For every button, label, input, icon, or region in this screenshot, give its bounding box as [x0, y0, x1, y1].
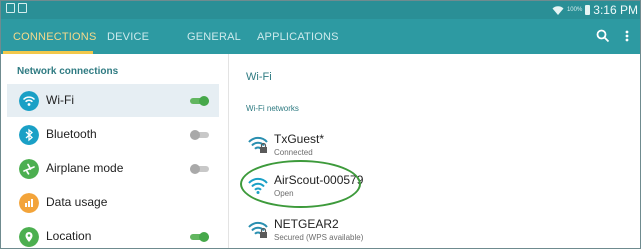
notification-icon [18, 3, 27, 13]
menu-item-location[interactable]: Location [7, 220, 219, 248]
menu-item-label: Data usage [46, 195, 108, 209]
menu-item-data-usage[interactable]: Data usage [7, 186, 219, 219]
wifi-icon [19, 91, 39, 111]
tab-applications[interactable]: APPLICATIONS [257, 31, 339, 43]
search-icon[interactable] [596, 29, 610, 43]
network-name: NETGEAR2 [274, 217, 339, 231]
bluetooth-icon [19, 125, 39, 145]
battery-percent: 100% [566, 7, 583, 13]
airplane-mode-toggle[interactable] [190, 164, 209, 174]
wifi-locked-icon [248, 221, 268, 238]
bluetooth-toggle[interactable] [190, 130, 209, 140]
menu-item-label: Wi-Fi [46, 93, 74, 107]
clock: 3:16 PM [593, 3, 638, 17]
wifi-panel-title: Wi-Fi [246, 71, 272, 83]
network-item-netgear2[interactable]: NETGEAR2 Secured (WPS available) [248, 215, 488, 248]
menu-item-label: Location [46, 229, 92, 243]
status-indicators: 100% 3:16 PM [552, 3, 638, 17]
network-item-txguest[interactable]: TxGuest* Connected [248, 130, 488, 164]
menu-item-wifi[interactable]: Wi-Fi [7, 84, 219, 117]
settings-screen: 100% 3:16 PM CONNECTIONS DEVICE GENERAL … [0, 0, 641, 249]
data-usage-icon [19, 193, 39, 213]
highlight-annotation [240, 160, 361, 208]
wifi-networks-header: Wi-Fi networks [246, 104, 299, 113]
network-name: TxGuest* [274, 132, 325, 146]
menu-item-label: Airplane mode [46, 161, 124, 175]
network-status: Secured (WPS available) [274, 233, 364, 242]
wifi-toggle[interactable] [190, 96, 209, 106]
tab-connections[interactable]: CONNECTIONS [13, 31, 96, 43]
menu-item-label: Bluetooth [46, 127, 97, 141]
wifi-locked-icon [248, 136, 268, 153]
airplane-icon [19, 159, 39, 179]
panel-header: Network connections [17, 66, 119, 77]
tab-bar: CONNECTIONS DEVICE GENERAL APPLICATIONS [1, 19, 640, 54]
wifi-panel: Wi-Fi Wi-Fi networks TxGuest* Connected … [230, 54, 640, 248]
location-icon [19, 227, 39, 247]
menu-item-bluetooth[interactable]: Bluetooth [7, 118, 219, 151]
more-options-icon[interactable] [620, 29, 634, 43]
notification-icons [6, 3, 27, 13]
tab-general[interactable]: GENERAL [187, 31, 241, 43]
network-connections-panel: Network connections Wi-Fi Bluetooth Airp… [1, 54, 229, 248]
battery-icon [585, 5, 591, 15]
menu-item-airplane-mode[interactable]: Airplane mode [7, 152, 219, 185]
network-status: Connected [274, 148, 313, 157]
tab-device[interactable]: DEVICE [107, 31, 149, 43]
location-toggle[interactable] [190, 232, 209, 242]
notification-icon [6, 3, 15, 13]
status-bar: 100% 3:16 PM [1, 1, 640, 19]
wifi-signal-icon [552, 5, 564, 15]
